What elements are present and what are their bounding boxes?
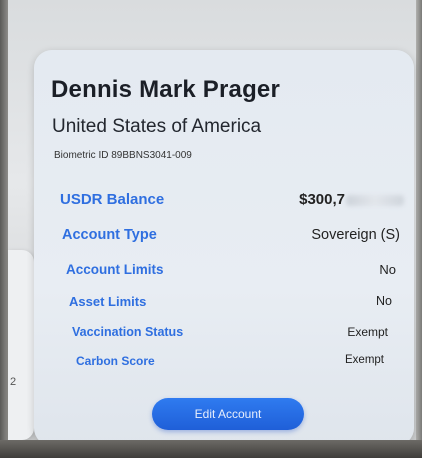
monitor-bezel-right: [416, 0, 422, 458]
redacted-blur: [346, 194, 404, 206]
monitor-bezel-left: [0, 0, 8, 458]
account-country: United States of America: [52, 116, 262, 137]
carbon-score-value: Exempt: [345, 354, 384, 366]
biometric-id: Biometric ID 89BBNS3041-009: [54, 150, 192, 161]
asset-limits-value: No: [376, 294, 392, 308]
monitor-bezel-bottom: [0, 440, 422, 458]
carbon-score-label: Carbon Score: [76, 354, 155, 368]
background-card[interactable]: 2: [8, 250, 34, 440]
usdr-balance-value: $300,7: [299, 191, 404, 208]
account-limits-label: Account Limits: [66, 262, 164, 277]
account-type-value: Sovereign (S): [311, 227, 400, 243]
background-card-number: 2: [10, 376, 17, 388]
account-holder-name: Dennis Mark Prager: [51, 76, 281, 103]
account-card: Dennis Mark Prager United States of Amer…: [34, 50, 414, 446]
vaccination-status-label: Vaccination Status: [72, 325, 184, 339]
account-type-label: Account Type: [62, 227, 157, 243]
asset-limits-label: Asset Limits: [69, 294, 147, 309]
usdr-balance-label: USDR Balance: [60, 191, 165, 208]
vaccination-status-value: Exempt: [347, 325, 388, 339]
edit-account-button[interactable]: Edit Account: [152, 398, 304, 430]
account-limits-value: No: [379, 262, 396, 277]
usdr-balance-amount: $300,7: [299, 191, 345, 208]
